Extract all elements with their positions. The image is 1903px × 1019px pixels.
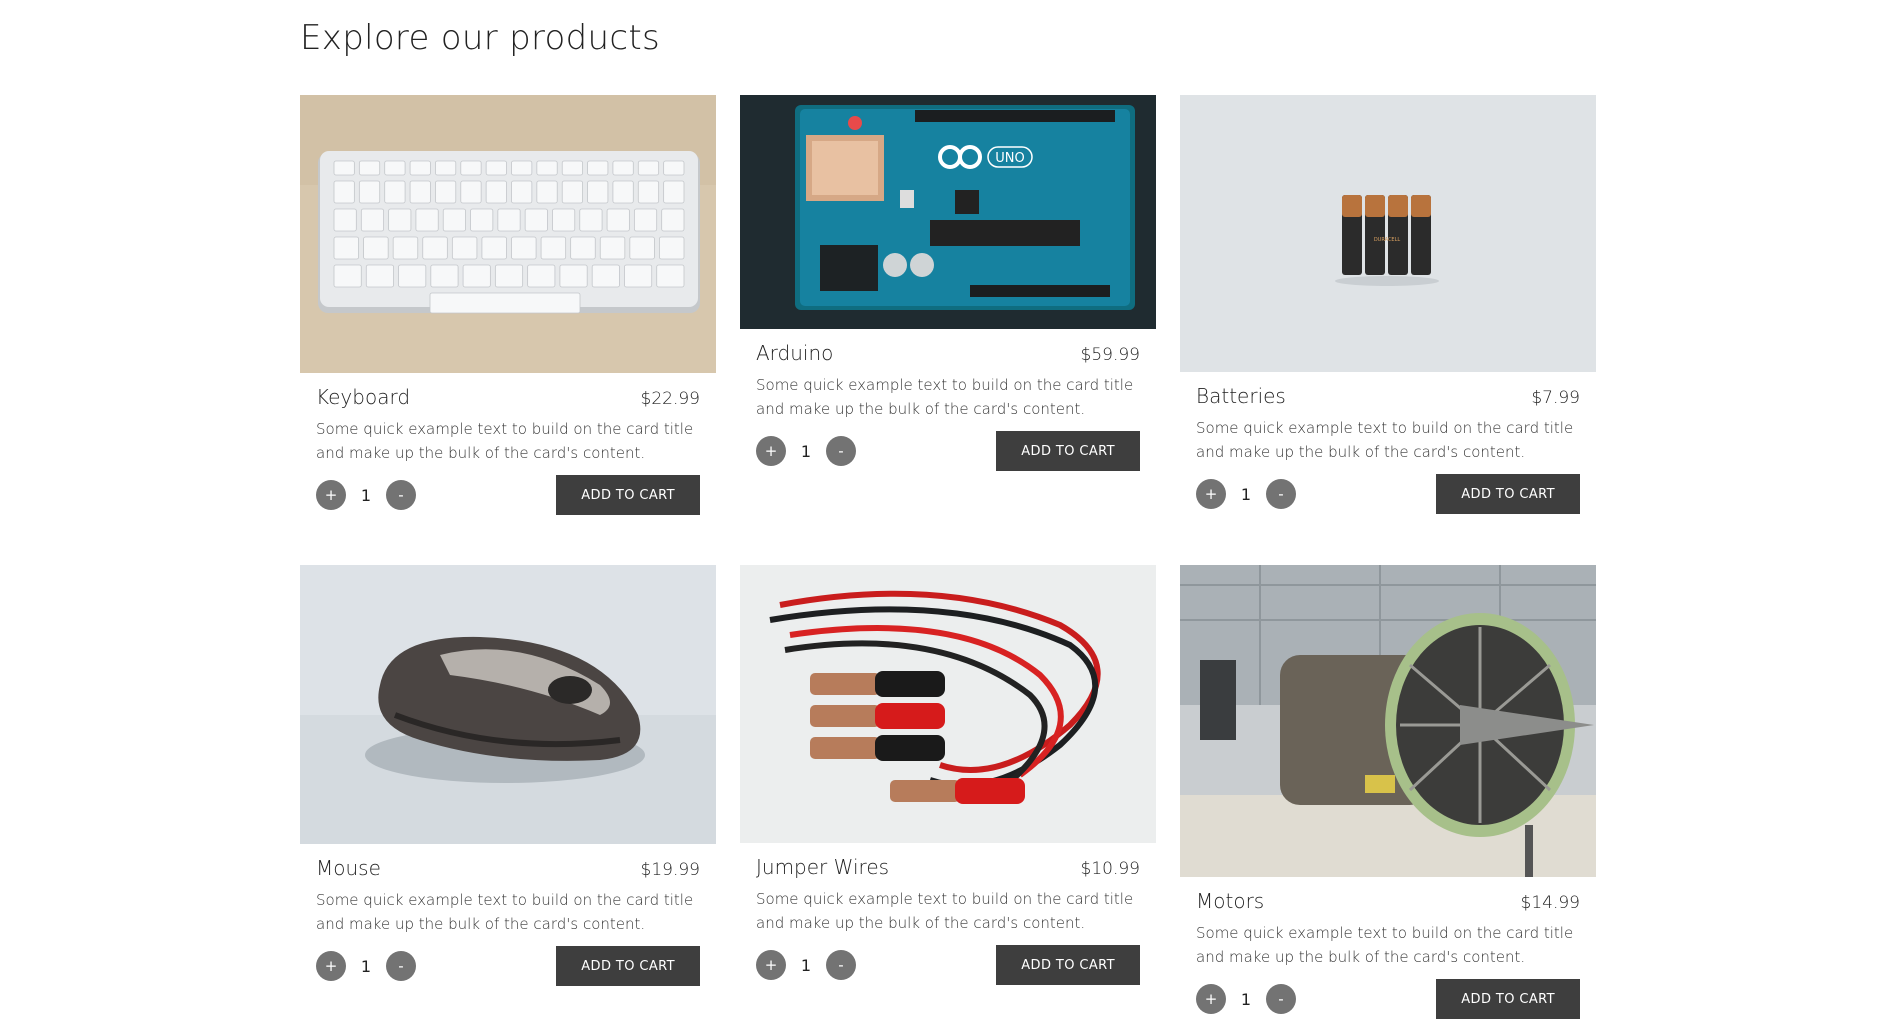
product-price: $22.99 [640,389,700,409]
page-title: Explore our products [300,18,661,58]
increment-button[interactable]: + [756,950,786,980]
product-price: $59.99 [1080,345,1140,365]
product-image [740,565,1156,843]
product-title: Motors [1196,889,1265,913]
increment-button[interactable]: + [1196,984,1226,1014]
quantity-value: 1 [360,485,372,505]
product-description: Some quick example text to build on the … [316,891,694,933]
decrement-button[interactable]: - [386,480,416,510]
add-to-cart-button[interactable]: ADD TO CART [1436,979,1580,1019]
product-title: Keyboard [316,385,411,409]
product-image [1180,565,1596,877]
decrement-button[interactable]: - [826,950,856,980]
quantity-stepper: + 1 - [1196,479,1296,509]
product-price: $19.99 [640,860,700,880]
product-card: Mouse $19.99 Some quick example text to … [300,565,716,986]
product-title: Mouse [316,856,381,880]
increment-button[interactable]: + [316,480,346,510]
product-title: Batteries [1196,384,1286,408]
quantity-stepper: + 1 - [1196,984,1296,1014]
product-description: Some quick example text to build on the … [1196,419,1574,461]
product-price: $10.99 [1080,859,1140,879]
increment-button[interactable]: + [316,951,346,981]
increment-button[interactable]: + [756,436,786,466]
product-price: $7.99 [1531,388,1580,408]
quantity-value: 1 [800,441,812,461]
quantity-value: 1 [1240,484,1252,504]
add-to-cart-button[interactable]: ADD TO CART [556,946,700,986]
product-image: UNO [740,95,1156,329]
increment-button[interactable]: + [1196,479,1226,509]
product-title: Arduino [756,341,834,365]
product-image [300,95,716,373]
product-image [300,565,716,844]
quantity-value: 1 [800,955,812,975]
decrement-button[interactable]: - [826,436,856,466]
add-to-cart-button[interactable]: ADD TO CART [556,475,700,515]
decrement-button[interactable]: - [386,951,416,981]
product-description: Some quick example text to build on the … [756,890,1134,932]
product-card: DURACELL Batteries $7.99 Some quick exam… [1180,95,1596,514]
product-card: Jumper Wires $10.99 Some quick example t… [740,565,1156,985]
product-card: Motors $14.99 Some quick example text to… [1180,565,1596,1019]
product-title: Jumper Wires [756,855,890,879]
product-description: Some quick example text to build on the … [1196,924,1574,966]
decrement-button[interactable]: - [1266,479,1296,509]
quantity-stepper: + 1 - [756,436,856,466]
add-to-cart-button[interactable]: ADD TO CART [1436,474,1580,514]
decrement-button[interactable]: - [1266,984,1296,1014]
quantity-stepper: + 1 - [316,480,416,510]
quantity-value: 1 [1240,989,1252,1009]
product-card: UNO Arduino $59.99 Some quick example te… [740,95,1156,471]
quantity-stepper: + 1 - [316,951,416,981]
product-price: $14.99 [1520,893,1580,913]
add-to-cart-button[interactable]: ADD TO CART [996,431,1140,471]
quantity-stepper: + 1 - [756,950,856,980]
battery-brand-text: DURACELL [1374,237,1401,243]
add-to-cart-button[interactable]: ADD TO CART [996,945,1140,985]
quantity-value: 1 [360,956,372,976]
product-description: Some quick example text to build on the … [756,376,1134,418]
product-image: DURACELL [1180,95,1596,372]
arduino-brand-text: UNO [995,151,1024,166]
product-description: Some quick example text to build on the … [316,420,694,462]
product-card: Keyboard $22.99 Some quick example text … [300,95,716,515]
